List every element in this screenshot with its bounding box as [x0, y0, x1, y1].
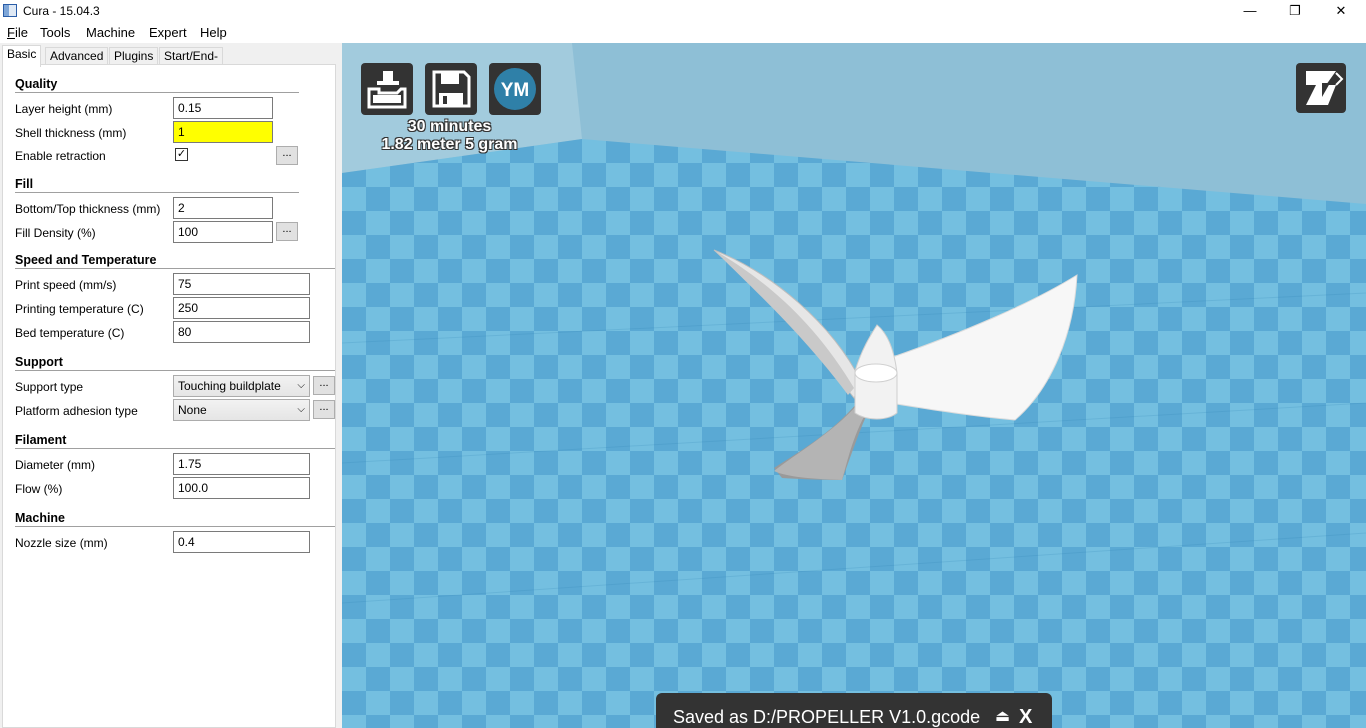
print-material-text: 1.82 meter 5 gram: [381, 136, 518, 153]
view-mode-icon: [1306, 71, 1344, 105]
3d-viewport[interactable]: YM 30 minutes 1.82 meter 5 gram Saved as…: [342, 43, 1366, 728]
diameter-input[interactable]: 1.75: [173, 453, 310, 475]
saved-message: Saved as D:/PROPELLER V1.0.gcode: [673, 707, 981, 727]
tab-basic[interactable]: Basic: [2, 45, 42, 67]
youmagine-icon: YM: [494, 68, 536, 110]
support-type-label: Support type: [15, 380, 84, 394]
menu-expert[interactable]: Expert: [149, 25, 187, 40]
bottom-top-thickness-input[interactable]: 2: [173, 197, 273, 219]
menu-bar: File Tools Machine Expert Help: [0, 22, 1366, 43]
fill-density-label: Fill Density (%): [15, 226, 96, 240]
print-speed-label: Print speed (mm/s): [15, 278, 117, 292]
ym-label: YM: [501, 80, 530, 101]
shell-thickness-label: Shell thickness (mm): [15, 126, 127, 140]
saved-notification: Saved as D:/PROPELLER V1.0.gcode ⏏ X: [656, 693, 1052, 728]
cura-app-icon: [3, 4, 17, 17]
print-temperature-label: Printing temperature (C): [15, 302, 144, 316]
bed-temperature-input[interactable]: 80: [173, 321, 310, 343]
adhesion-settings-button[interactable]: ...: [313, 400, 335, 419]
bed-temperature-label: Bed temperature (C): [15, 326, 125, 340]
retraction-settings-button[interactable]: ...: [276, 146, 298, 165]
layer-height-input[interactable]: 0.15: [173, 97, 273, 119]
section-divider: [15, 526, 335, 527]
save-icon: [432, 70, 471, 108]
print-estimate: 30 minutes 1.82 meter 5 gram: [372, 118, 527, 154]
bottom-top-thickness-label: Bottom/Top thickness (mm): [15, 202, 161, 216]
fill-density-input[interactable]: 100: [173, 221, 273, 243]
shell-thickness-input[interactable]: 1: [173, 121, 273, 143]
support-settings-button[interactable]: ...: [313, 376, 335, 395]
fill-settings-button[interactable]: ...: [276, 222, 298, 241]
flow-label: Flow (%): [15, 482, 63, 496]
nozzle-size-input[interactable]: 0.4: [173, 531, 310, 553]
section-divider: [15, 192, 299, 193]
flow-input[interactable]: 100.0: [173, 477, 310, 499]
close-notification-button[interactable]: X: [1019, 693, 1032, 728]
settings-panel: Basic Advanced Plugins Start/End-GCode Q…: [0, 43, 342, 728]
eject-icon[interactable]: ⏏: [995, 693, 1010, 728]
view-mode-button[interactable]: [1296, 63, 1346, 113]
chevron-down-icon: ⌵: [297, 380, 305, 391]
title-bar: Cura - 15.04.3 — ❐ ✕: [0, 0, 1366, 22]
section-machine-title: Machine: [15, 511, 66, 525]
layer-height-label: Layer height (mm): [15, 102, 113, 116]
close-window-button[interactable]: ✕: [1318, 0, 1364, 22]
load-icon: [367, 71, 407, 109]
section-filament-title: Filament: [15, 433, 67, 447]
section-divider: [15, 92, 299, 93]
nozzle-size-label: Nozzle size (mm): [15, 536, 108, 550]
section-divider: [15, 268, 335, 269]
load-model-button[interactable]: [361, 63, 413, 115]
section-fill-title: Fill: [15, 177, 34, 191]
diameter-label: Diameter (mm): [15, 458, 95, 472]
window-title: Cura - 15.04.3: [23, 4, 100, 18]
restore-button[interactable]: ❐: [1272, 0, 1318, 22]
section-divider: [15, 370, 335, 371]
platform-adhesion-label: Platform adhesion type: [15, 404, 138, 418]
menu-tools[interactable]: Tools: [40, 25, 70, 40]
print-temperature-input[interactable]: 250: [173, 297, 310, 319]
basic-settings-page: Quality Layer height (mm) 0.15 Shell thi…: [2, 64, 336, 728]
platform-adhesion-select[interactable]: None ⌵: [173, 399, 310, 421]
print-speed-input[interactable]: 75: [173, 273, 310, 295]
print-time-text: 30 minutes: [407, 118, 492, 135]
menu-file[interactable]: File: [7, 25, 28, 40]
section-support-title: Support: [15, 355, 63, 369]
menu-help[interactable]: Help: [200, 25, 227, 40]
section-divider: [15, 448, 335, 449]
section-speed-title: Speed and Temperature: [15, 253, 157, 267]
save-gcode-button[interactable]: [425, 63, 477, 115]
chevron-down-icon: ⌵: [297, 404, 305, 415]
youmagine-button[interactable]: YM: [489, 63, 541, 115]
retraction-label: Enable retraction: [15, 149, 106, 163]
support-type-select[interactable]: Touching buildplate ⌵: [173, 375, 310, 397]
section-quality-title: Quality: [15, 77, 58, 91]
minimize-button[interactable]: —: [1227, 0, 1273, 22]
retraction-checkbox[interactable]: ✓: [175, 148, 188, 161]
menu-machine[interactable]: Machine: [86, 25, 135, 40]
